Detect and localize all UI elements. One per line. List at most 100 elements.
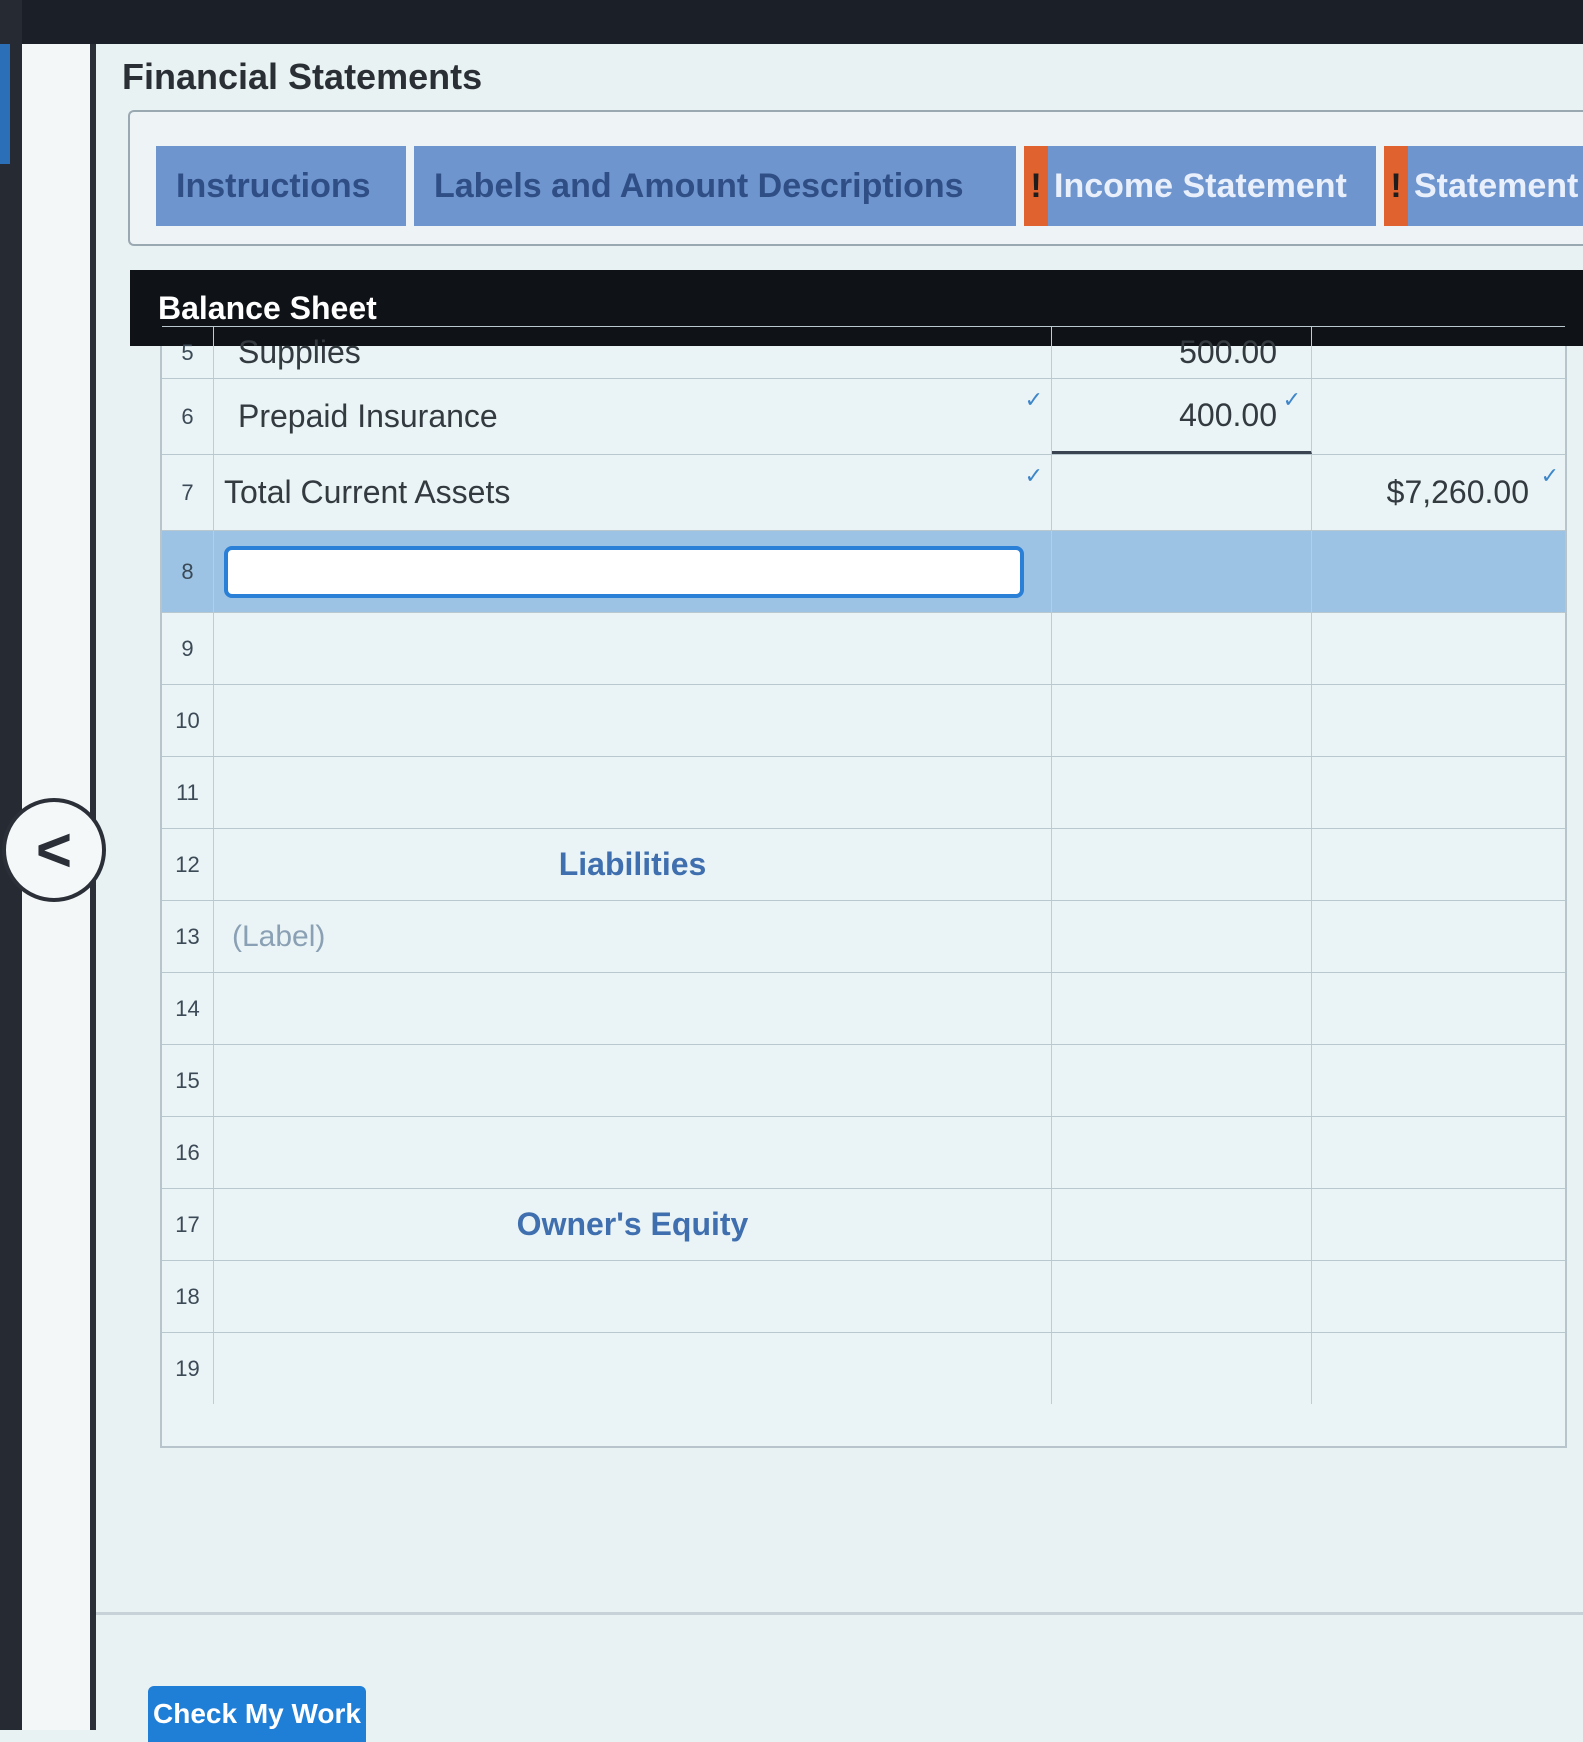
label-placeholder: (Label)	[232, 919, 326, 953]
description-cell[interactable]	[214, 531, 1052, 612]
total-cell[interactable]	[1312, 1333, 1565, 1404]
description-cell[interactable]: Prepaid Insurance ✓	[214, 379, 1052, 454]
description-cell[interactable]	[214, 973, 1052, 1044]
check-my-work-button[interactable]: Check My Work	[148, 1686, 366, 1742]
amount-text: 400.00	[1179, 396, 1277, 433]
row-number: 8	[162, 531, 214, 612]
description-cell[interactable]	[214, 613, 1052, 684]
description-cell[interactable]: Total Current Assets ✓	[214, 455, 1052, 530]
total-cell[interactable]	[1312, 1045, 1565, 1116]
section-heading-liabilities: Liabilities	[558, 846, 707, 882]
description-cell[interactable]	[214, 685, 1052, 756]
description-cell: Liabilities	[214, 829, 1052, 900]
description-cell[interactable]: (Label)	[214, 901, 1052, 972]
description-input[interactable]	[224, 545, 1024, 598]
warning-icon: !	[1384, 146, 1408, 226]
amount-text: 500.00	[1179, 334, 1277, 370]
row-number: 13	[162, 901, 214, 972]
row-number: 15	[162, 1045, 214, 1116]
description-cell[interactable]: Supplies	[214, 327, 1052, 378]
row-number: 17	[162, 1189, 214, 1260]
row-number: 16	[162, 1117, 214, 1188]
row-number: 7	[162, 455, 214, 530]
row-number: 6	[162, 379, 214, 454]
total-cell[interactable]	[1312, 531, 1565, 612]
total-cell	[1312, 829, 1565, 900]
amount-cell[interactable]	[1052, 531, 1312, 612]
check-icon: ✓	[1282, 387, 1301, 412]
check-icon: ✓	[1540, 463, 1559, 488]
total-cell[interactable]	[1312, 1117, 1565, 1188]
table-row: 14	[162, 972, 1565, 1044]
table-row: 5 Supplies 500.00	[162, 326, 1565, 378]
amount-cell[interactable]	[1052, 1261, 1312, 1332]
description-cell: Owner's Equity	[214, 1189, 1052, 1260]
tab-labels-and-amount-descriptions[interactable]: Labels and Amount Descriptions	[414, 146, 1016, 226]
amount-cell[interactable]	[1052, 1045, 1312, 1116]
section-heading-owners-equity: Owner's Equity	[516, 1206, 749, 1242]
amount-cell[interactable]: 500.00	[1052, 327, 1312, 378]
row-number: 5	[162, 327, 214, 378]
total-cell[interactable]	[1312, 685, 1565, 756]
table-row: 10	[162, 684, 1565, 756]
table-row-active: 8	[162, 530, 1565, 612]
amount-cell	[1052, 1189, 1312, 1260]
description-cell[interactable]	[214, 1261, 1052, 1332]
chevron-left-icon[interactable]: <	[2, 798, 106, 902]
amount-cell[interactable]	[1052, 757, 1312, 828]
table-row: 6 Prepaid Insurance ✓ 400.00 ✓	[162, 378, 1565, 454]
balance-sheet-grid: 5 Supplies 500.00 6 Prepaid Insurance ✓ …	[160, 326, 1567, 1448]
amount-cell[interactable]	[1052, 901, 1312, 972]
total-cell[interactable]	[1312, 1261, 1565, 1332]
amount-cell[interactable]	[1052, 1333, 1312, 1404]
tab-statement[interactable]: ! Statement	[1384, 146, 1583, 226]
amount-cell[interactable]	[1052, 973, 1312, 1044]
table-row: 11	[162, 756, 1565, 828]
top-bar	[0, 0, 1583, 44]
amount-cell[interactable]	[1052, 1117, 1312, 1188]
amount-cell[interactable]	[1052, 613, 1312, 684]
total-cell[interactable]	[1312, 613, 1565, 684]
total-cell[interactable]	[1312, 901, 1565, 972]
description-cell[interactable]	[214, 1333, 1052, 1404]
table-row: 17 Owner's Equity	[162, 1188, 1565, 1260]
total-cell[interactable]	[1312, 327, 1565, 378]
table-row: 7 Total Current Assets ✓ $7,260.00 ✓	[162, 454, 1565, 530]
table-row: 18	[162, 1260, 1565, 1332]
total-cell[interactable]	[1312, 757, 1565, 828]
description-cell[interactable]	[214, 1045, 1052, 1116]
table-row: 12 Liabilities	[162, 828, 1565, 900]
balance-sheet-title: Balance Sheet	[158, 289, 377, 326]
description-text: Supplies	[238, 334, 361, 370]
total-cell[interactable]	[1312, 973, 1565, 1044]
amount-cell[interactable]: 400.00 ✓	[1052, 379, 1312, 454]
description-text: Total Current Assets	[224, 474, 511, 510]
description-cell[interactable]	[214, 1117, 1052, 1188]
tab-label: Instructions	[176, 166, 371, 205]
tab-income-statement[interactable]: ! Income Statement	[1024, 146, 1376, 226]
row-number: 11	[162, 757, 214, 828]
tab-instructions[interactable]: Instructions	[156, 146, 406, 226]
row-number: 19	[162, 1333, 214, 1404]
row-number: 12	[162, 829, 214, 900]
total-cell[interactable]: $7,260.00 ✓	[1312, 455, 1565, 530]
page-title: Financial Statements	[122, 56, 483, 97]
table-row: 13 (Label)	[162, 900, 1565, 972]
total-cell[interactable]	[1312, 379, 1565, 454]
description-cell[interactable]	[214, 757, 1052, 828]
row-number: 10	[162, 685, 214, 756]
bottom-divider	[96, 1612, 1583, 1615]
row-number: 14	[162, 973, 214, 1044]
amount-cell[interactable]	[1052, 455, 1312, 530]
row-number: 18	[162, 1261, 214, 1332]
left-accent	[0, 44, 10, 164]
tab-label: Income Statement	[1054, 166, 1347, 205]
tab-label: Statement	[1414, 166, 1579, 205]
total-cell	[1312, 1189, 1565, 1260]
amount-cell[interactable]	[1052, 685, 1312, 756]
tab-label: Labels and Amount Descriptions	[434, 166, 964, 205]
check-icon: ✓	[1024, 463, 1043, 488]
table-row: 9	[162, 612, 1565, 684]
table-row: 15	[162, 1044, 1565, 1116]
amount-cell	[1052, 829, 1312, 900]
